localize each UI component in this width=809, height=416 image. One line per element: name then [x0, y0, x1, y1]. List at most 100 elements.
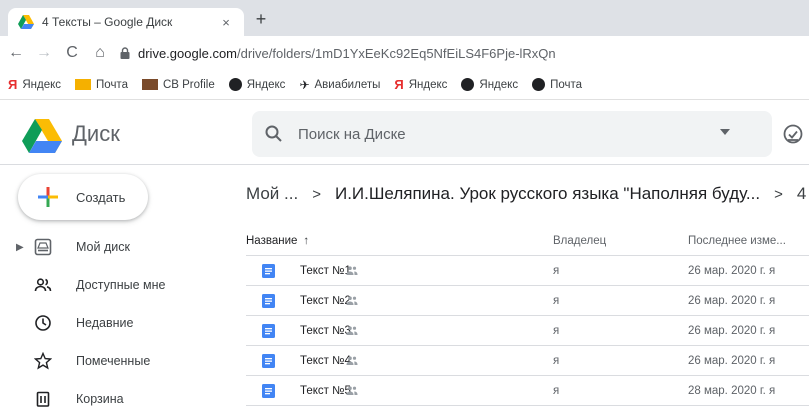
- search-options-icon[interactable]: [720, 129, 730, 135]
- file-row[interactable]: Текст №2 я 26 мар. 2020 г. я: [246, 286, 809, 316]
- google-doc-icon: [262, 294, 275, 308]
- create-label: Создать: [76, 189, 126, 205]
- recent-icon: [35, 315, 51, 331]
- bookmark-yandex-3[interactable]: Я Яндекс: [394, 77, 447, 92]
- bookmarks-bar: Я Яндекс Почта CB Profile Яндекс ✈ Авиаб…: [0, 70, 809, 100]
- column-name-header[interactable]: Название ↑: [246, 226, 309, 256]
- yandex-icon: Я: [394, 77, 404, 92]
- shared-people-icon: [346, 356, 358, 365]
- file-modified: 26 мар. 2020 г. я: [688, 325, 776, 337]
- product-name: Диск: [72, 121, 120, 146]
- sidebar-item-trash[interactable]: Корзина: [0, 382, 230, 416]
- bookmark-mail[interactable]: Почта: [75, 79, 128, 91]
- profile-icon: [141, 79, 158, 90]
- bookmark-cb-profile[interactable]: CB Profile: [141, 78, 215, 91]
- file-name: Текст №3: [300, 325, 351, 337]
- sidebar-item-my-drive[interactable]: ▶ Мой диск: [0, 230, 230, 264]
- my-drive-icon: [34, 238, 52, 256]
- url-host: drive.google.com: [138, 45, 237, 61]
- sidebar: Создать ▶ Мой диск Доступные мне Недавни…: [0, 166, 230, 416]
- back-button[interactable]: ←: [4, 41, 28, 65]
- forward-button[interactable]: →: [32, 41, 56, 65]
- sidebar-item-recent[interactable]: Недавние: [0, 306, 230, 340]
- file-row[interactable]: Текст №1 я 26 мар. 2020 г. я: [246, 256, 809, 286]
- file-owner: я: [553, 355, 560, 367]
- bookmark-label: Яндекс: [408, 78, 448, 91]
- bookmark-mail-2[interactable]: Почта: [532, 78, 582, 91]
- plane-icon: ✈: [299, 77, 310, 92]
- browser-icon: [461, 78, 475, 91]
- url-text: drive.google.com/drive/folders/1mD1YxEeK…: [138, 46, 556, 61]
- bookmark-label: CB Profile: [162, 78, 215, 91]
- home-button[interactable]: ⌂: [88, 41, 112, 65]
- drive-header: Диск: [0, 101, 809, 165]
- main-content: Мой ... > И.И.Шеляпина. Урок русского яз…: [230, 166, 809, 416]
- file-modified: 26 мар. 2020 г. я: [688, 265, 776, 277]
- reload-button[interactable]: C: [60, 41, 84, 65]
- column-owner-header[interactable]: Владелец: [553, 226, 606, 256]
- breadcrumb-current-folder[interactable]: И.И.Шеляпина. Урок русского языка "Напол…: [335, 184, 760, 204]
- sidebar-item-label: Недавние: [76, 316, 134, 330]
- bookmark-yandex-1[interactable]: Я Яндекс: [8, 77, 61, 92]
- search-input[interactable]: [298, 125, 678, 143]
- new-tab-button[interactable]: +: [250, 8, 272, 30]
- offline-check-icon[interactable]: [782, 123, 804, 145]
- url-path: /drive/folders/1mD1YxEeKc92Eq5NfEiLS4F6P…: [237, 45, 556, 61]
- breadcrumb-separator: >: [774, 185, 783, 203]
- file-row[interactable]: Текст №3 я 26 мар. 2020 г. я: [246, 316, 809, 346]
- sidebar-item-shared-with-me[interactable]: Доступные мне: [0, 268, 230, 302]
- sort-arrow-icon[interactable]: ↑: [303, 235, 309, 247]
- bookmark-label: Яндекс: [22, 78, 62, 91]
- shared-people-icon: [346, 296, 358, 305]
- column-modified-header[interactable]: Последнее изме...: [688, 226, 786, 256]
- file-owner: я: [553, 385, 560, 397]
- browser-icon: [228, 78, 242, 91]
- file-row[interactable]: Текст №5 я 28 мар. 2020 г. я: [246, 376, 809, 406]
- sidebar-item-label: Помеченные: [76, 354, 151, 368]
- file-name: Текст №1: [300, 265, 351, 277]
- file-name: Текст №4: [300, 355, 351, 367]
- file-owner: я: [553, 295, 560, 307]
- google-drive-favicon-icon: [18, 15, 34, 29]
- file-row[interactable]: Текст №4 я 26 мар. 2020 г. я: [246, 346, 809, 376]
- create-button[interactable]: Создать: [18, 174, 148, 220]
- expand-arrow-icon[interactable]: ▶: [16, 242, 26, 253]
- bookmark-label: Почта: [550, 78, 583, 91]
- file-modified: 26 мар. 2020 г. я: [688, 355, 776, 367]
- google-doc-icon: [262, 384, 275, 398]
- search-icon[interactable]: [264, 124, 284, 144]
- bookmark-label: Яндекс: [246, 78, 286, 91]
- breadcrumb-separator: >: [312, 185, 321, 203]
- bookmark-yandex-2[interactable]: Яндекс: [228, 78, 286, 91]
- breadcrumb: Мой ... > И.И.Шеляпина. Урок русского яз…: [246, 180, 806, 208]
- sidebar-item-starred[interactable]: Помеченные: [0, 344, 230, 378]
- bookmark-label: Авиабилеты: [314, 78, 381, 91]
- google-doc-icon: [262, 264, 275, 278]
- plus-icon: [38, 187, 58, 207]
- address-bar[interactable]: drive.google.com/drive/folders/1mD1YxEeK…: [120, 40, 809, 66]
- shared-people-icon: [346, 386, 358, 395]
- file-list-header: Название ↑ Владелец Последнее изме...: [246, 226, 809, 256]
- breadcrumb-root[interactable]: Мой ...: [246, 184, 298, 204]
- search-bar[interactable]: [252, 111, 772, 157]
- file-owner: я: [553, 325, 560, 337]
- file-modified: 26 мар. 2020 г. я: [688, 295, 776, 307]
- shared-people-icon: [346, 326, 358, 335]
- mail-icon: [75, 79, 92, 90]
- file-owner: я: [553, 265, 560, 277]
- sidebar-item-label: Мой диск: [76, 240, 130, 254]
- google-drive-logo-icon[interactable]: [22, 119, 62, 153]
- starred-icon: [34, 352, 52, 370]
- bookmark-yandex-4[interactable]: Яндекс: [461, 78, 518, 91]
- sidebar-item-label: Доступные мне: [76, 278, 166, 292]
- bookmark-flights[interactable]: ✈ Авиабилеты: [299, 78, 380, 92]
- browser-tab[interactable]: 4 Тексты – Google Диск ×: [8, 8, 244, 36]
- close-tab-icon[interactable]: ×: [218, 15, 234, 30]
- file-modified: 28 мар. 2020 г. я: [688, 385, 776, 397]
- bookmark-label: Яндекс: [479, 78, 519, 91]
- bookmark-label: Почта: [96, 78, 128, 91]
- shared-with-me-icon: [34, 278, 52, 292]
- file-name: Текст №2: [300, 295, 351, 307]
- breadcrumb-overflow[interactable]: 4: [797, 184, 806, 204]
- lock-icon: [120, 47, 130, 59]
